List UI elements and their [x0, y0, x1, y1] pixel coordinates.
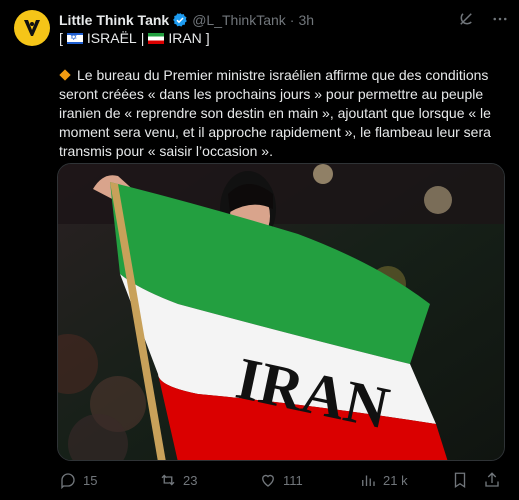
- bracket-open: [: [59, 30, 63, 46]
- profile-tagline: [ ISRAËL | IRAN ]: [59, 30, 210, 46]
- reply-count: 15: [83, 472, 98, 488]
- grok-icon[interactable]: [457, 10, 475, 28]
- pipe-separator: |: [140, 30, 145, 46]
- share-icon: [485, 472, 499, 487]
- bookmark-icon: [454, 472, 466, 489]
- bookmark-button[interactable]: [451, 469, 469, 491]
- reply-icon: [61, 473, 75, 489]
- repost-icon: [161, 474, 175, 486]
- views-count: 21 k: [383, 472, 408, 488]
- orange-diamond-icon: [59, 69, 71, 81]
- reply-button[interactable]: 15: [59, 469, 97, 491]
- heart-icon: [262, 474, 274, 487]
- tweet-actions: 15 23 111 21 k: [59, 469, 504, 491]
- tweet-text: Le bureau du Premier ministre israélien …: [59, 66, 504, 161]
- tank-logo-icon: [24, 20, 40, 36]
- country-iran: IRAN: [168, 30, 202, 46]
- author-handle[interactable]: @L_ThinkTank: [192, 12, 286, 28]
- avatar[interactable]: [14, 10, 50, 46]
- author-name[interactable]: Little Think Tank: [59, 12, 169, 28]
- tweet-header: Little Think Tank @L_ThinkTank · 3h: [59, 10, 509, 30]
- like-count: 111: [283, 472, 303, 488]
- like-button[interactable]: 111: [259, 469, 303, 491]
- tweet-media-image[interactable]: IRAN: [57, 163, 505, 461]
- more-options-icon[interactable]: [491, 10, 509, 28]
- separator-dot: ·: [289, 12, 295, 28]
- repost-button[interactable]: 23: [159, 469, 197, 491]
- verified-badge-icon: [172, 12, 188, 28]
- country-israel: ISRAËL: [86, 30, 137, 46]
- analytics-icon: [362, 475, 375, 486]
- bracket-close: ]: [205, 30, 210, 46]
- repost-count: 23: [183, 472, 198, 488]
- timestamp[interactable]: 3h: [298, 12, 314, 28]
- share-button[interactable]: [483, 469, 501, 491]
- iran-flag-icon: [148, 32, 165, 44]
- views-button[interactable]: 21 k: [359, 469, 408, 491]
- israel-flag-icon: [66, 32, 83, 44]
- tweet-text-content: Le bureau du Premier ministre israélien …: [59, 67, 491, 159]
